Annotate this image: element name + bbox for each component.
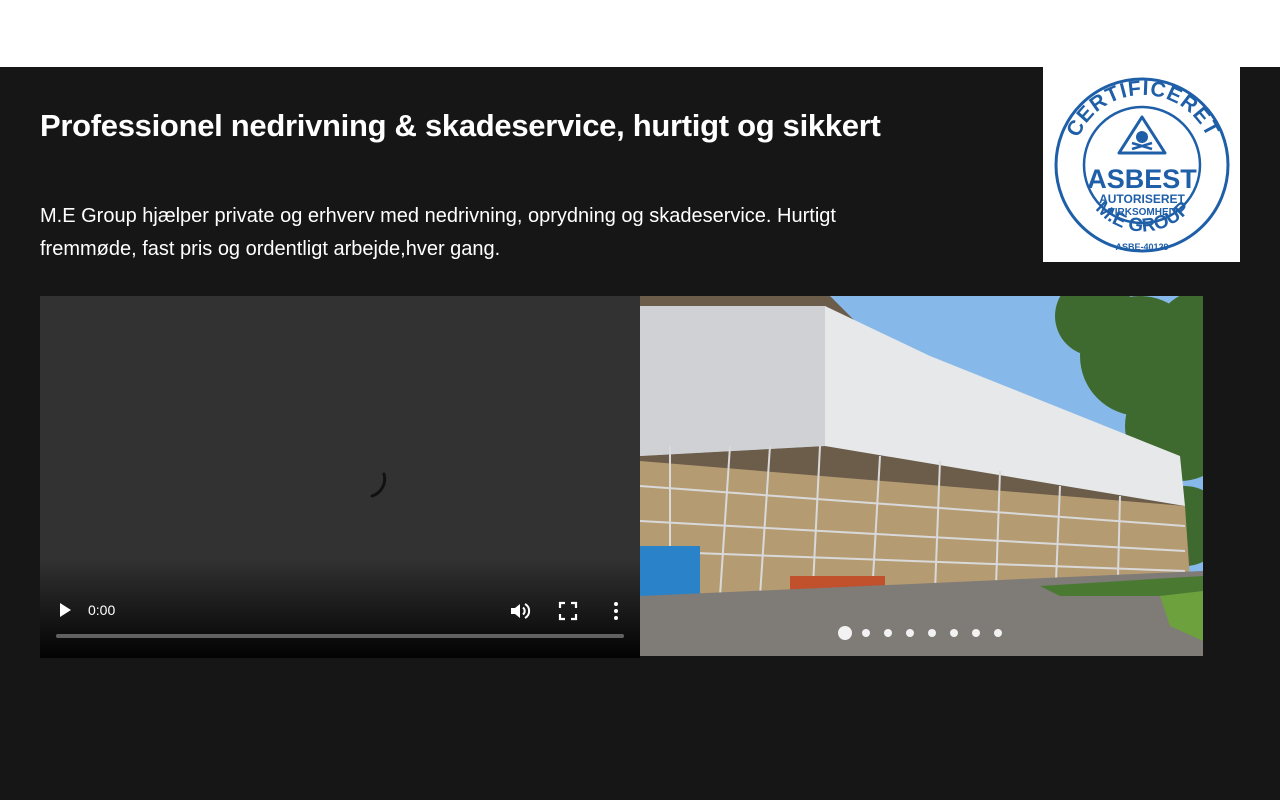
certification-seal: CERTIFICERET ASBEST AUTORISERET VIRKSOMH…	[1054, 77, 1230, 253]
more-options-icon[interactable]	[610, 600, 622, 622]
volume-icon[interactable]	[508, 599, 532, 623]
video-time: 0:00	[88, 602, 116, 618]
slider-dot-1[interactable]	[838, 626, 852, 640]
slider-dot-6[interactable]	[950, 629, 958, 637]
hero-intro-text: M.E Group hjælper private og erhverv med…	[40, 205, 836, 260]
loading-spinner-icon	[370, 472, 387, 498]
slider-dot-3[interactable]	[884, 629, 892, 637]
slider-dot-7[interactable]	[972, 629, 980, 637]
video-controls-gradient	[40, 558, 640, 658]
badge-ring-text: CERTIFICERET	[1062, 77, 1223, 141]
slider-pagination	[640, 626, 1203, 640]
fullscreen-icon[interactable]	[558, 601, 578, 621]
play-icon[interactable]	[56, 600, 74, 620]
slider-dot-2[interactable]	[862, 629, 870, 637]
slider-dot-8[interactable]	[994, 629, 1002, 637]
video-player[interactable]: 0:00	[40, 296, 640, 658]
badge-code-text: ASBE-40129	[1115, 242, 1168, 252]
svg-text:CERTIFICERET: CERTIFICERET	[1062, 77, 1224, 141]
image-slider[interactable]	[640, 296, 1203, 656]
video-progress-bar[interactable]	[56, 634, 624, 638]
badge-main-text: ASBEST	[1087, 164, 1197, 194]
top-header-bar	[0, 0, 1280, 67]
slider-dot-4[interactable]	[906, 629, 914, 637]
slide-image-scaffolded-building	[640, 296, 1203, 656]
slider-dot-5[interactable]	[928, 629, 936, 637]
asbestos-certification-badge: CERTIFICERET ASBEST AUTORISERET VIRKSOMH…	[1043, 67, 1240, 262]
skull-warning-icon	[1117, 115, 1167, 155]
hero-headline: Professionel nedrivning & skadeservice, …	[40, 108, 881, 143]
